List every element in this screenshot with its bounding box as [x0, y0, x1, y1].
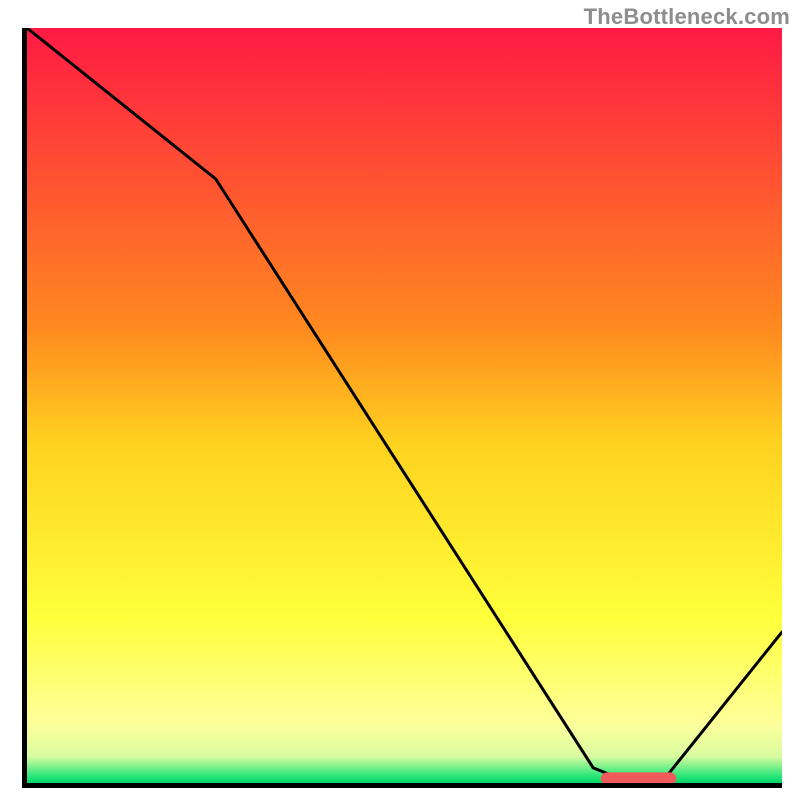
optimal-marker: [601, 772, 677, 783]
marker-layer: [601, 772, 677, 783]
gradient-background: [27, 28, 782, 783]
chart-svg: [27, 28, 782, 783]
attribution-text: TheBottleneck.com: [584, 4, 790, 30]
plot-area: [22, 28, 782, 788]
chart-container: TheBottleneck.com: [0, 0, 800, 800]
